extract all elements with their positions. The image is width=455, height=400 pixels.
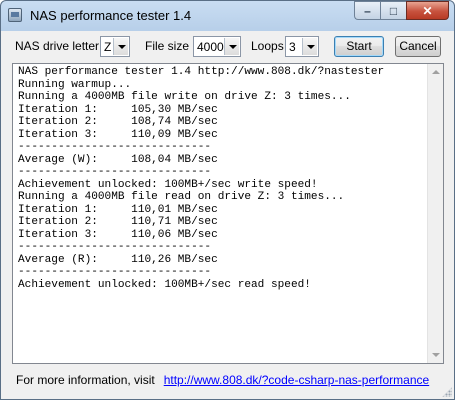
chevron-down-icon [224,38,239,55]
toolbar: NAS drive letter Z File size 4000 Loops … [1,31,454,59]
scroll-down-icon[interactable] [428,347,443,363]
log-line: Average (W): 108,04 MB/sec [18,153,218,166]
minimize-button[interactable]: – [354,1,380,20]
drive-letter-select[interactable]: Z [100,36,130,57]
loops-label: Loops [251,39,284,53]
log-line: Running a 4000MB file read on drive Z: 3… [18,191,345,203]
log-line: Iteration 3: 110,09 MB/sec [18,128,218,141]
app-icon [8,8,22,22]
resize-grip-icon[interactable] [442,387,452,397]
drive-letter-value: Z [104,40,112,54]
vertical-scrollbar[interactable] [427,64,443,363]
chevron-down-icon [302,38,317,55]
log-line: ----------------------------- [18,241,212,253]
caption-buttons: – □ ✕ [354,1,449,21]
footer-text: For more information, visit [16,373,155,387]
output-log[interactable]: NAS performance tester 1.4 http://www.80… [12,63,444,364]
app-window: NAS performance tester 1.4 – □ ✕ NAS dri… [0,0,455,400]
minimize-icon: – [364,3,371,18]
info-link[interactable]: http://www.808.dk/?code-csharp-nas-perfo… [164,373,429,387]
log-line: Iteration 1: 110,01 MB/sec [18,203,218,216]
log-line: Iteration 2: 108,74 MB/sec [18,116,218,128]
chevron-down-icon [113,38,128,55]
output-log-text: NAS performance tester 1.4 http://www.80… [18,66,423,361]
title-bar[interactable]: NAS performance tester 1.4 – □ ✕ [1,1,454,31]
log-line: Achievement unlocked: 100MB+/sec write s… [18,178,318,191]
log-line: Iteration 2: 110,71 MB/sec [18,216,218,228]
log-line: Iteration 1: 105,30 MB/sec [18,103,218,116]
drive-letter-label: NAS drive letter [15,39,100,53]
log-line: Running a 4000MB file write on drive Z: … [18,91,351,103]
file-size-value: 4000 [197,40,224,54]
log-line: Running warmup... [18,78,132,91]
maximize-button[interactable]: □ [380,1,406,20]
log-line: ----------------------------- [18,166,212,178]
file-size-select[interactable]: 4000 [193,36,241,57]
log-line: ----------------------------- [18,266,212,278]
loops-select[interactable]: 3 [285,36,319,57]
log-line: NAS performance tester 1.4 http://www.80… [18,66,385,78]
window-title: NAS performance tester 1.4 [30,8,192,23]
file-size-label: File size [145,39,190,53]
footer: For more information, visit http://www.80… [16,373,429,387]
log-line: Average (R): 110,26 MB/sec [18,253,218,266]
loops-value: 3 [289,40,296,54]
log-line: Iteration 3: 110,06 MB/sec [18,228,218,241]
scroll-up-icon[interactable] [428,64,443,80]
close-button[interactable]: ✕ [406,1,449,20]
log-line: Achievement unlocked: 100MB+/sec read sp… [18,278,311,291]
close-icon: ✕ [422,3,433,18]
log-line: ----------------------------- [18,141,212,153]
cancel-button[interactable]: Cancel [395,36,441,57]
start-button[interactable]: Start [334,36,384,57]
maximize-icon: □ [389,3,398,18]
